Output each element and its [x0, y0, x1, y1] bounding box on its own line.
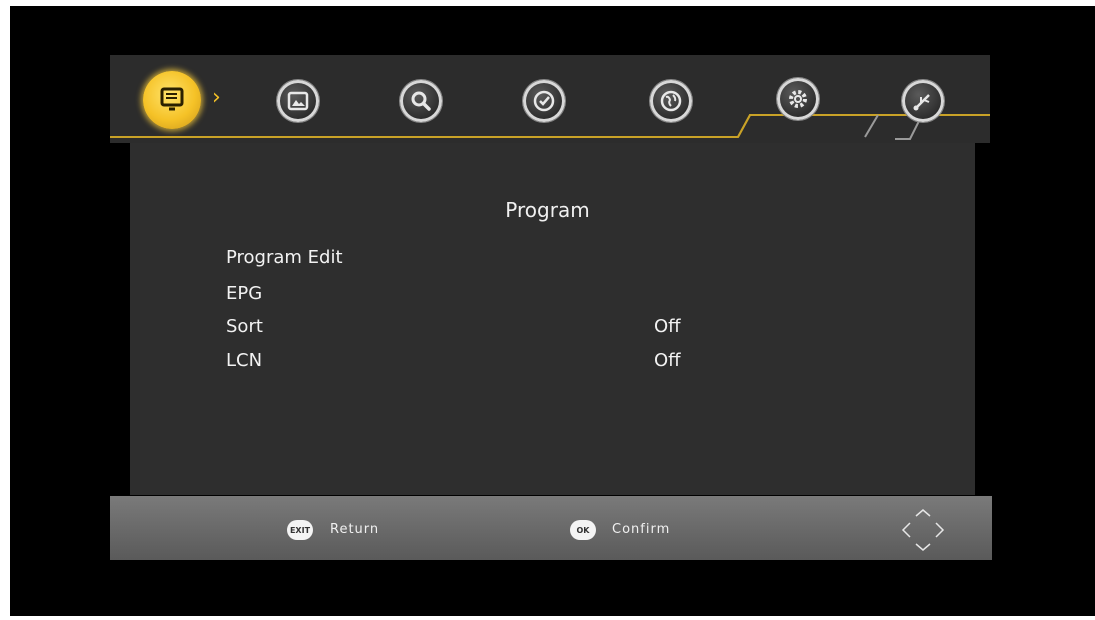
menu-settings-icon[interactable]	[777, 78, 819, 120]
gear-icon	[789, 90, 807, 108]
program-list-icon	[160, 87, 184, 111]
exit-key-icon: EXIT	[287, 520, 313, 540]
sort-value: Off	[654, 316, 681, 337]
panel-title: Program	[505, 198, 590, 222]
menu-search-icon[interactable]	[400, 80, 442, 122]
footer-help-bar	[110, 496, 992, 560]
menu-item-epg[interactable]: EPG	[226, 283, 262, 304]
usb-icon	[913, 94, 930, 111]
menu-program-icon[interactable]	[143, 71, 201, 129]
menu-item-label: LCN	[226, 350, 263, 371]
ok-key-icon: OK	[570, 520, 596, 540]
lcn-value: Off	[654, 350, 681, 371]
menu-picture-icon[interactable]	[277, 80, 319, 122]
clock-icon	[533, 90, 555, 112]
search-icon	[411, 91, 431, 111]
menu-item-program-edit[interactable]: Program Edit	[226, 247, 343, 268]
confirm-hint: Confirm	[612, 522, 671, 537]
menu-language-icon[interactable]	[650, 80, 692, 122]
return-hint: Return	[330, 522, 380, 537]
menu-usb-icon[interactable]	[902, 80, 944, 122]
menu-item-label: Sort	[226, 316, 263, 337]
picture-icon	[287, 91, 309, 111]
chevron-right-icon: ›	[212, 85, 221, 110]
menu-item-sort[interactable]: Sort Off	[226, 316, 681, 337]
menu-time-icon[interactable]	[523, 80, 565, 122]
navigation-arrows-icon	[901, 509, 945, 551]
globe-icon	[660, 90, 682, 112]
menu-item-label: EPG	[226, 283, 263, 304]
menu-item-lcn[interactable]: LCN Off	[226, 350, 681, 371]
menu-item-label: Program Edit	[226, 247, 343, 268]
